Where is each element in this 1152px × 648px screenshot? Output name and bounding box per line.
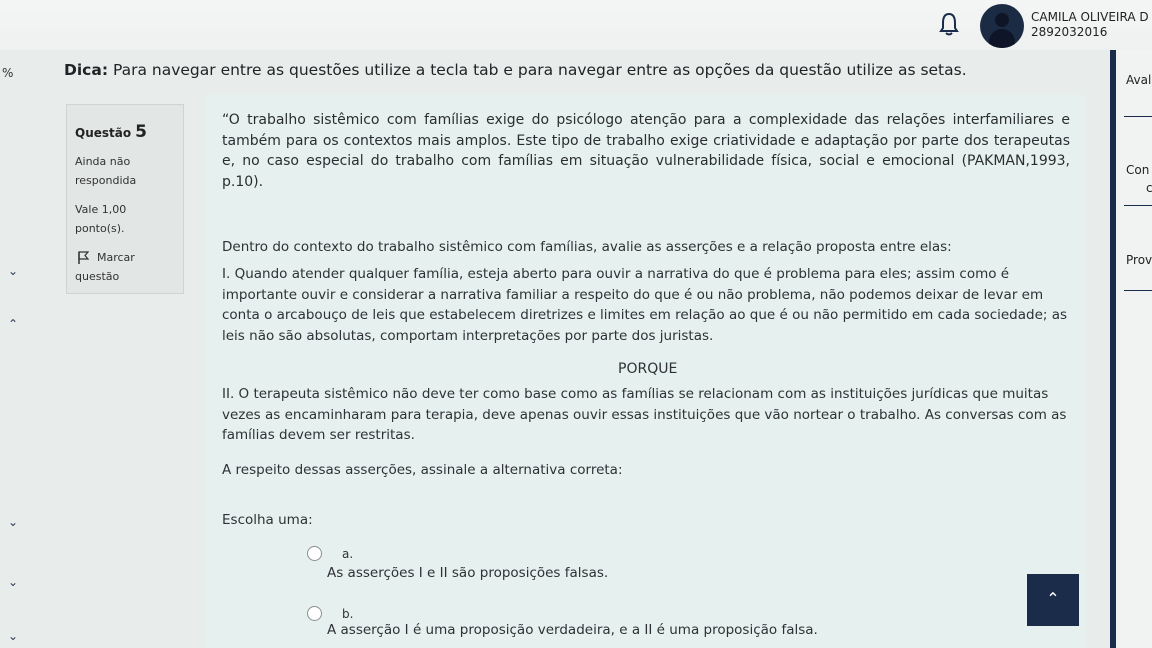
question-label-text: Questão — [75, 126, 132, 140]
option-a-text[interactable]: As asserções I e II são proposições fals… — [327, 565, 608, 581]
user-id: 2892032016 — [1031, 25, 1108, 39]
option-b-radio[interactable] — [307, 606, 322, 621]
option-a-radio[interactable] — [307, 546, 322, 561]
right-panel-divider — [1124, 116, 1152, 117]
mark-question-label-2[interactable]: questão — [75, 267, 119, 286]
question-points: ponto(s). — [75, 222, 125, 235]
status-line-1: Ainda não — [75, 155, 131, 168]
right-panel-item-4[interactable]: Prov — [1126, 253, 1152, 267]
question-context: Dentro do contexto do trabalho sistêmico… — [222, 239, 952, 255]
question-quote: “O trabalho sistêmico com famílias exige… — [222, 112, 1070, 190]
user-name: CAMILA OLIVEIRA D — [1031, 10, 1149, 24]
left-rail — [0, 50, 60, 648]
chevron-up-icon: ⌃ — [1046, 589, 1060, 608]
tip-label: Dica: — [64, 61, 109, 79]
option-a-letter: a. — [342, 547, 354, 561]
percent-label: % — [2, 66, 14, 80]
chevron-down-icon[interactable]: ⌄ — [8, 576, 18, 588]
right-panel-item-2[interactable]: Con — [1126, 163, 1149, 177]
chevron-up-icon[interactable]: ⌃ — [8, 318, 18, 330]
right-panel — [1116, 50, 1152, 648]
scroll-up-button[interactable]: ⌃ — [1027, 574, 1079, 626]
tip-text: Para navegar entre as questões utilize a… — [108, 61, 967, 79]
option-b-text[interactable]: A asserção I é uma proposição verdadeira… — [327, 622, 818, 638]
assertion-1: I. Quando atender qualquer família, este… — [222, 266, 1068, 344]
question-info-panel: Questão 5 Ainda não respondida Vale 1,00 … — [66, 104, 184, 294]
question-number: 5 — [135, 122, 147, 142]
chevron-down-icon[interactable]: ⌄ — [8, 516, 18, 528]
right-panel-item-3[interactable]: c — [1146, 181, 1152, 195]
porque-label: PORQUE — [618, 361, 678, 377]
navigation-tip: Dica: Para navegar entre as questões uti… — [64, 61, 967, 79]
choose-label: Escolha uma: — [222, 512, 313, 528]
option-b-letter: b. — [342, 607, 354, 621]
right-panel-divider — [1124, 290, 1152, 291]
right-panel-divider — [1124, 205, 1152, 206]
avatar[interactable] — [980, 4, 1024, 48]
chevron-down-icon[interactable]: ⌄ — [8, 630, 18, 642]
bell-icon[interactable] — [938, 12, 960, 36]
question-label: Questão 5 — [75, 122, 147, 142]
mark-question-label-1[interactable]: Marcar — [97, 248, 135, 267]
question-value: Vale 1,00 — [75, 203, 127, 216]
status-line-2: respondida — [75, 174, 137, 187]
flag-icon[interactable] — [77, 251, 89, 265]
answer-prompt: A respeito dessas asserções, assinale a … — [222, 462, 623, 478]
top-bar: CAMILA OLIVEIRA D 2892032016 — [0, 0, 1152, 50]
chevron-down-icon[interactable]: ⌄ — [8, 265, 18, 277]
right-panel-item-1[interactable]: Aval — [1126, 73, 1151, 87]
assertion-2: II. O terapeuta sistêmico não deve ter c… — [222, 386, 1067, 443]
